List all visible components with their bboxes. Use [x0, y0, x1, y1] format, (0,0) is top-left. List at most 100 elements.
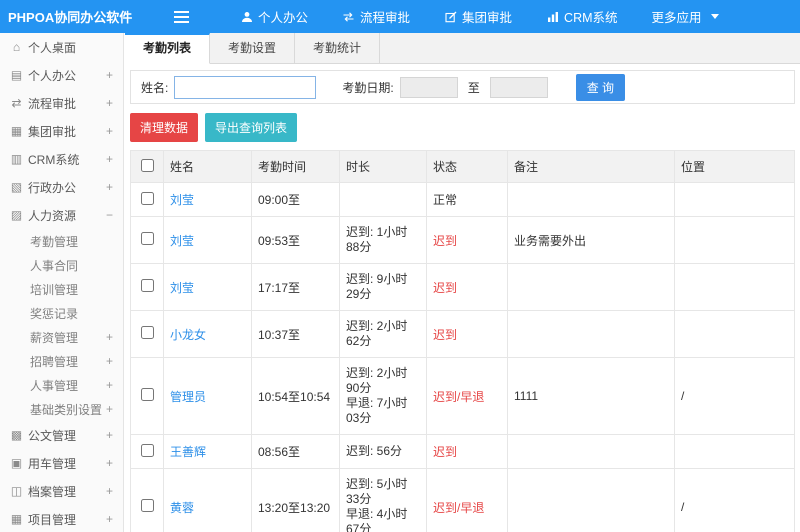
location [674, 434, 795, 469]
sidebar-subitem-label: 培训管理 [30, 282, 79, 297]
remark: 1111 [507, 357, 675, 435]
sidebar-subitem-personnel-contract[interactable]: 人事合同 [0, 253, 123, 277]
sidebar-item-label: 用车管理 [28, 456, 77, 471]
row-checkbox[interactable] [140, 499, 154, 512]
row-select-cell [130, 182, 164, 217]
app-logo: PHPOA协同办公软件 [8, 10, 133, 25]
attendance-time: 17:17至 [251, 263, 340, 311]
status-label: 迟到/早退 [426, 468, 508, 532]
hamburger-menu-icon[interactable] [174, 8, 189, 26]
nav-item-more-apps[interactable]: 更多应用 [635, 0, 736, 33]
status-label: 迟到 [426, 216, 508, 264]
sidebar-subitem-base-category-settings[interactable]: 基础类别设置 + [0, 397, 123, 421]
sidebar-item-human-resources[interactable]: ▨ 人力资源 − [0, 201, 123, 229]
attendance-time: 13:20至13:20 [251, 468, 340, 532]
date-to-input[interactable] [489, 76, 548, 98]
column-header: 状态 [426, 150, 508, 183]
row-checkbox[interactable] [140, 443, 154, 457]
expand-icon[interactable]: + [106, 68, 113, 82]
expand-icon[interactable]: + [106, 402, 113, 416]
sidebar-subitem-training-mgmt[interactable]: 培训管理 [0, 277, 123, 301]
sidebar-item-personal-desktop[interactable]: ⌂ 个人桌面 [0, 33, 123, 61]
search-button[interactable]: 查 询 [575, 73, 626, 101]
expand-icon[interactable]: + [106, 96, 113, 110]
expand-icon[interactable]: + [106, 428, 113, 442]
sidebar-subitem-label: 薪资管理 [30, 330, 79, 345]
location [674, 216, 795, 264]
sidebar-item-process-approval[interactable]: ⇄ 流程审批 + [0, 89, 123, 117]
collapse-icon[interactable]: − [106, 208, 113, 222]
sidebar-subitem-recruit-mgmt[interactable]: 招聘管理 + [0, 349, 123, 373]
tab-attendance-settings[interactable]: 考勤设置 [210, 33, 296, 63]
tab-bar: 考勤列表 考勤设置 考勤统计 [125, 33, 800, 64]
remark [507, 182, 675, 217]
expand-icon[interactable]: + [106, 484, 113, 498]
row-select-cell [130, 216, 164, 264]
car-icon: ▣ [10, 456, 23, 470]
nav-item-group-approval[interactable]: 集团审批 [427, 0, 529, 33]
column-header: 姓名 [163, 150, 252, 183]
clean-data-button[interactable]: 清理数据 [130, 113, 199, 142]
table-row: 刘莹 17:17至 迟到: 9小时29分 迟到 [130, 263, 795, 311]
sidebar-subitem-reward-records[interactable]: 奖惩记录 [0, 301, 123, 325]
nav-item-process-approval[interactable]: 流程审批 [325, 0, 427, 33]
row-checkbox[interactable] [140, 326, 154, 339]
row-checkbox[interactable] [140, 232, 154, 245]
chart-icon [546, 10, 559, 23]
expand-icon[interactable]: + [106, 152, 113, 166]
row-checkbox[interactable] [140, 388, 154, 401]
name-filter-input[interactable] [174, 75, 317, 99]
sidebar-item-archive-mgmt[interactable]: ◫ 档案管理 + [0, 477, 123, 505]
row-checkbox[interactable] [140, 279, 154, 292]
briefcase-icon: ▧ [10, 180, 23, 194]
select-all-checkbox[interactable] [140, 158, 154, 172]
sidebar-item-personal-office[interactable]: ▤ 个人办公 + [0, 61, 123, 89]
employee-name-link[interactable]: 王善辉 [163, 434, 252, 469]
location: / [674, 468, 795, 532]
expand-icon[interactable]: + [106, 456, 113, 470]
expand-icon[interactable]: + [106, 180, 113, 194]
row-select-cell [130, 357, 164, 435]
row-select-cell [130, 434, 164, 469]
employee-name-link[interactable]: 黄蓉 [163, 468, 252, 532]
sidebar-item-group-approval[interactable]: ▦ 集团审批 + [0, 117, 123, 145]
sidebar-item-vehicle-mgmt[interactable]: ▣ 用车管理 + [0, 449, 123, 477]
sidebar-subitem-salary-mgmt[interactable]: 薪资管理 + [0, 325, 123, 349]
expand-icon[interactable]: + [106, 512, 113, 526]
attendance-table: 姓名 考勤时间 时长 状态 备注 位置 刘莹 09:00至 正常 刘莹 09:53至 迟到: 1小时… [130, 150, 795, 532]
nav-item-personal-office[interactable]: 个人办公 [223, 0, 325, 33]
tab-attendance-list[interactable]: 考勤列表 [125, 33, 211, 64]
status-label: 迟到 [426, 310, 508, 358]
top-navbar: PHPOA协同办公软件 个人办公 流程审批 集团审批 CRM系统 更多应用 [0, 0, 800, 33]
nav-item-crm-system[interactable]: CRM系统 [529, 0, 634, 33]
expand-icon[interactable]: + [106, 354, 113, 368]
sidebar-item-document-mgmt[interactable]: ▩ 公文管理 + [0, 421, 123, 449]
expand-icon[interactable]: + [106, 330, 113, 344]
employee-name-link[interactable]: 小龙女 [163, 310, 252, 358]
topnav-items: 个人办公 流程审批 集团审批 CRM系统 更多应用 [223, 0, 736, 33]
employee-name-link[interactable]: 管理员 [163, 357, 252, 435]
employee-name-link[interactable]: 刘莹 [163, 263, 252, 311]
attendance-time: 09:53至 [251, 216, 340, 264]
status-label: 迟到/早退 [426, 357, 508, 435]
expand-icon[interactable]: + [106, 124, 113, 138]
doc-icon: ▩ [10, 428, 23, 442]
employee-name-link[interactable]: 刘莹 [163, 182, 252, 217]
expand-icon[interactable]: + [106, 378, 113, 392]
sidebar-item-admin-office[interactable]: ▧ 行政办公 + [0, 173, 123, 201]
sidebar-subitem-personnel-mgmt[interactable]: 人事管理 + [0, 373, 123, 397]
tab-attendance-stats[interactable]: 考勤统计 [295, 33, 381, 63]
table-body: 刘莹 09:00至 正常 刘莹 09:53至 迟到: 1小时88分 迟到 业务需要外出 刘莹 17… [130, 182, 795, 532]
sidebar-subitem-attendance-mgmt[interactable]: 考勤管理 [0, 229, 123, 253]
row-checkbox[interactable] [140, 191, 154, 205]
filter-bar: 姓名: 考勤日期: 至 查 询 [130, 70, 795, 104]
export-list-button[interactable]: 导出查询列表 [205, 113, 298, 142]
status-label: 迟到 [426, 263, 508, 311]
row-select-cell [130, 263, 164, 311]
table-row: 黄蓉 13:20至13:20 迟到: 5小时33分 早退: 4小时67分 迟到/早退 / [130, 468, 795, 532]
sidebar-item-project-mgmt[interactable]: ▦ 项目管理 + [0, 505, 123, 532]
sidebar-item-crm-system[interactable]: ▥ CRM系统 + [0, 145, 123, 173]
date-from-input[interactable] [399, 76, 458, 98]
remark [507, 434, 675, 469]
employee-name-link[interactable]: 刘莹 [163, 216, 252, 264]
